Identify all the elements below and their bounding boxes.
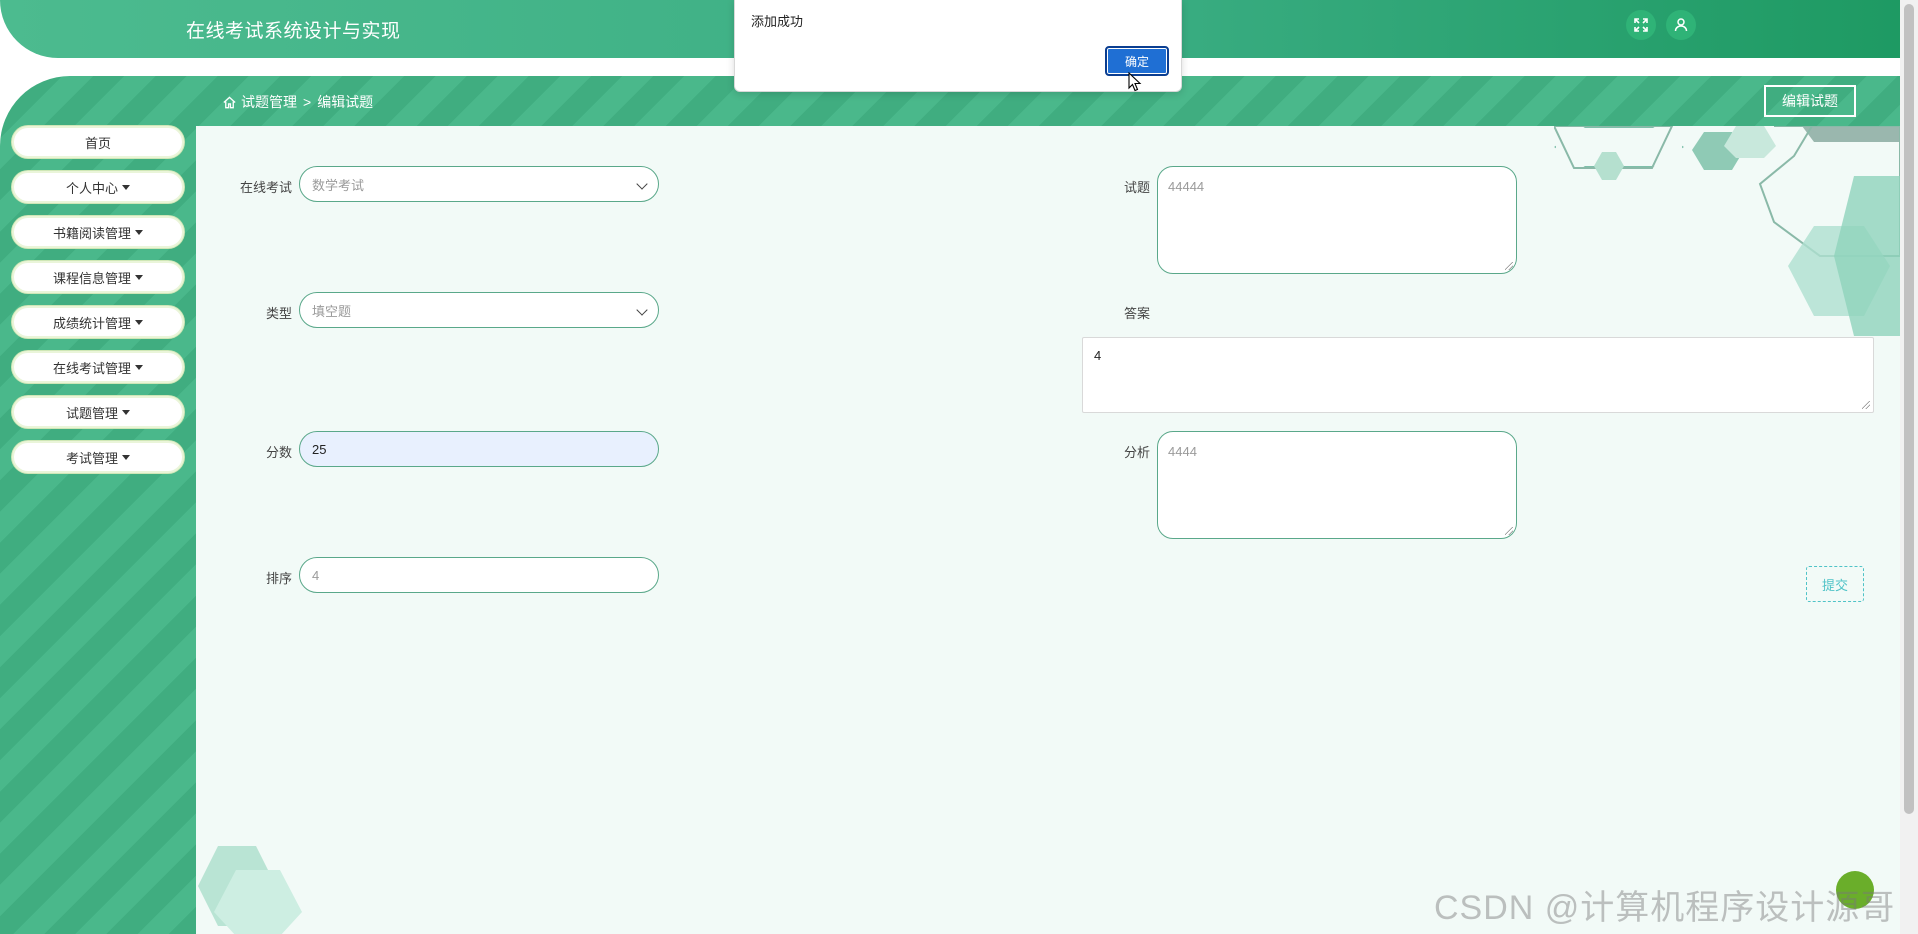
order-label: 排序: [265, 571, 292, 586]
edit-question-button[interactable]: 编辑试题: [1764, 85, 1856, 117]
order-input-placeholder: 4: [312, 567, 320, 583]
exam-select-value: 数学考试: [312, 177, 365, 193]
question-placeholder: 44444: [1168, 179, 1205, 194]
sidebar-item-label: 书籍阅读管理: [52, 225, 131, 241]
score-label: 分数: [265, 445, 292, 460]
sidebar-item-label: 课程信息管理: [52, 270, 131, 286]
resize-grip-icon[interactable]: [1505, 527, 1513, 535]
fullscreen-button[interactable]: [1626, 10, 1656, 40]
sidebar-item-personal-center[interactable]: 个人中心: [12, 171, 184, 203]
sidebar-item-score-stats[interactable]: 成绩统计管理: [12, 306, 184, 338]
user-icon: [1674, 18, 1688, 32]
sidebar-item-label: 个人中心: [65, 180, 118, 196]
type-select-value: 填空题: [312, 303, 352, 319]
caret-down-icon: [122, 454, 130, 460]
alert-dialog: 添加成功 确定: [734, 0, 1182, 92]
user-button[interactable]: [1666, 10, 1696, 40]
exam-select[interactable]: 数学考试: [299, 166, 659, 202]
mouse-cursor-icon: [1128, 72, 1142, 92]
fullscreen-icon: [1634, 18, 1648, 32]
sidebar-item-course-info[interactable]: 课程信息管理: [12, 261, 184, 293]
sidebar-item-label: 首页: [84, 135, 111, 151]
resize-grip-icon[interactable]: [1862, 401, 1870, 409]
exam-label: 在线考试: [239, 180, 292, 195]
caret-down-icon: [122, 184, 130, 190]
analysis-label: 分析: [1123, 445, 1150, 460]
sidebar-item-home[interactable]: 首页: [12, 126, 184, 158]
breadcrumb: 试题管理 > 编辑试题: [222, 92, 373, 112]
caret-down-icon: [135, 229, 143, 235]
submit-button[interactable]: 提交: [1806, 566, 1864, 602]
caret-down-icon: [122, 409, 130, 415]
sidebar-item-label: 在线考试管理: [52, 360, 131, 376]
order-input[interactable]: 4: [299, 557, 659, 593]
answer-label: 答案: [1123, 306, 1150, 321]
question-label: 试题: [1123, 180, 1150, 195]
sidebar-item-label: 试题管理: [65, 405, 118, 421]
analysis-placeholder: 4444: [1168, 444, 1197, 459]
breadcrumb-parent[interactable]: 试题管理: [241, 92, 297, 112]
main-content: [196, 126, 1900, 934]
score-input[interactable]: 25: [299, 431, 659, 467]
question-textarea[interactable]: 44444: [1157, 166, 1517, 274]
caret-down-icon: [135, 274, 143, 280]
type-label: 类型: [265, 306, 292, 321]
answer-textarea[interactable]: 4: [1082, 337, 1874, 413]
sidebar-item-book-reading[interactable]: 书籍阅读管理: [12, 216, 184, 248]
app-title: 在线考试系统设计与实现: [186, 21, 401, 42]
breadcrumb-separator: >: [303, 94, 312, 110]
score-input-value: 25: [312, 441, 327, 457]
caret-down-icon: [135, 319, 143, 325]
analysis-textarea[interactable]: 4444: [1157, 431, 1517, 539]
sidebar-item-question-mgmt[interactable]: 试题管理: [12, 396, 184, 428]
sidebar-item-exam-mgmt[interactable]: 考试管理: [12, 441, 184, 473]
answer-value: 4: [1094, 348, 1102, 363]
sidebar-item-label: 成绩统计管理: [52, 315, 131, 331]
watermark: CSDN @计算机程序设计源哥: [1434, 889, 1896, 927]
scrollbar-thumb[interactable]: [1904, 4, 1914, 814]
breadcrumb-current: 编辑试题: [317, 94, 374, 110]
sidebar-item-online-exam[interactable]: 在线考试管理: [12, 351, 184, 383]
sidebar-item-label: 考试管理: [65, 450, 118, 466]
decor-hexagons-bottom: [198, 846, 302, 934]
type-select[interactable]: 填空题: [299, 292, 659, 328]
resize-grip-icon[interactable]: [1505, 262, 1513, 270]
home-icon: [223, 95, 236, 108]
caret-down-icon: [135, 364, 143, 370]
alert-message: 添加成功: [751, 14, 804, 29]
decor-hexagons: [1554, 126, 1900, 336]
